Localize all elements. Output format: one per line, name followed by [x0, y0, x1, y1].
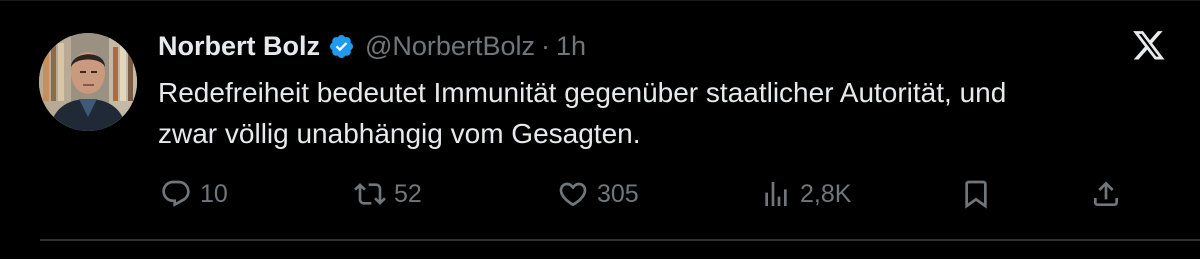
author-display-name[interactable]: Norbert Bolz: [158, 31, 320, 62]
views-count: 2,8K: [800, 179, 852, 208]
meta-separator: ·: [540, 30, 550, 61]
reply-count: 10: [200, 179, 228, 208]
views-icon: [760, 178, 792, 210]
tweet-text: Redefreiheit bedeutet Immunität gegenübe…: [158, 77, 1007, 149]
like-button[interactable]: 305: [557, 172, 639, 216]
avatar-photo: [39, 33, 137, 131]
tweet-action-bar: 10 52 305 2,8K: [0, 172, 1200, 216]
bottom-divider: [40, 239, 1200, 241]
retweet-count: 52: [394, 179, 422, 208]
share-button[interactable]: [1090, 172, 1122, 216]
retweet-icon: [354, 178, 386, 210]
retweet-button[interactable]: 52: [354, 172, 422, 216]
avatar[interactable]: [39, 33, 137, 131]
views-button[interactable]: 2,8K: [760, 172, 851, 216]
heart-icon: [557, 178, 589, 210]
tweet-timestamp[interactable]: 1h: [556, 31, 586, 62]
like-count: 305: [597, 179, 639, 208]
reply-button[interactable]: 10: [160, 172, 228, 216]
reply-icon: [160, 178, 192, 210]
x-logo-icon: [1132, 30, 1166, 62]
bookmark-icon: [960, 178, 992, 210]
author-handle[interactable]: @NorbertBolz: [365, 31, 535, 62]
tweet-card[interactable]: Norbert Bolz @NorbertBolz · 1h Redefreih…: [0, 0, 1200, 239]
bookmark-button[interactable]: [960, 172, 992, 216]
tweet-header: Norbert Bolz @NorbertBolz · 1h: [158, 28, 586, 64]
share-icon: [1090, 178, 1122, 210]
verified-badge-icon[interactable]: [328, 33, 355, 60]
